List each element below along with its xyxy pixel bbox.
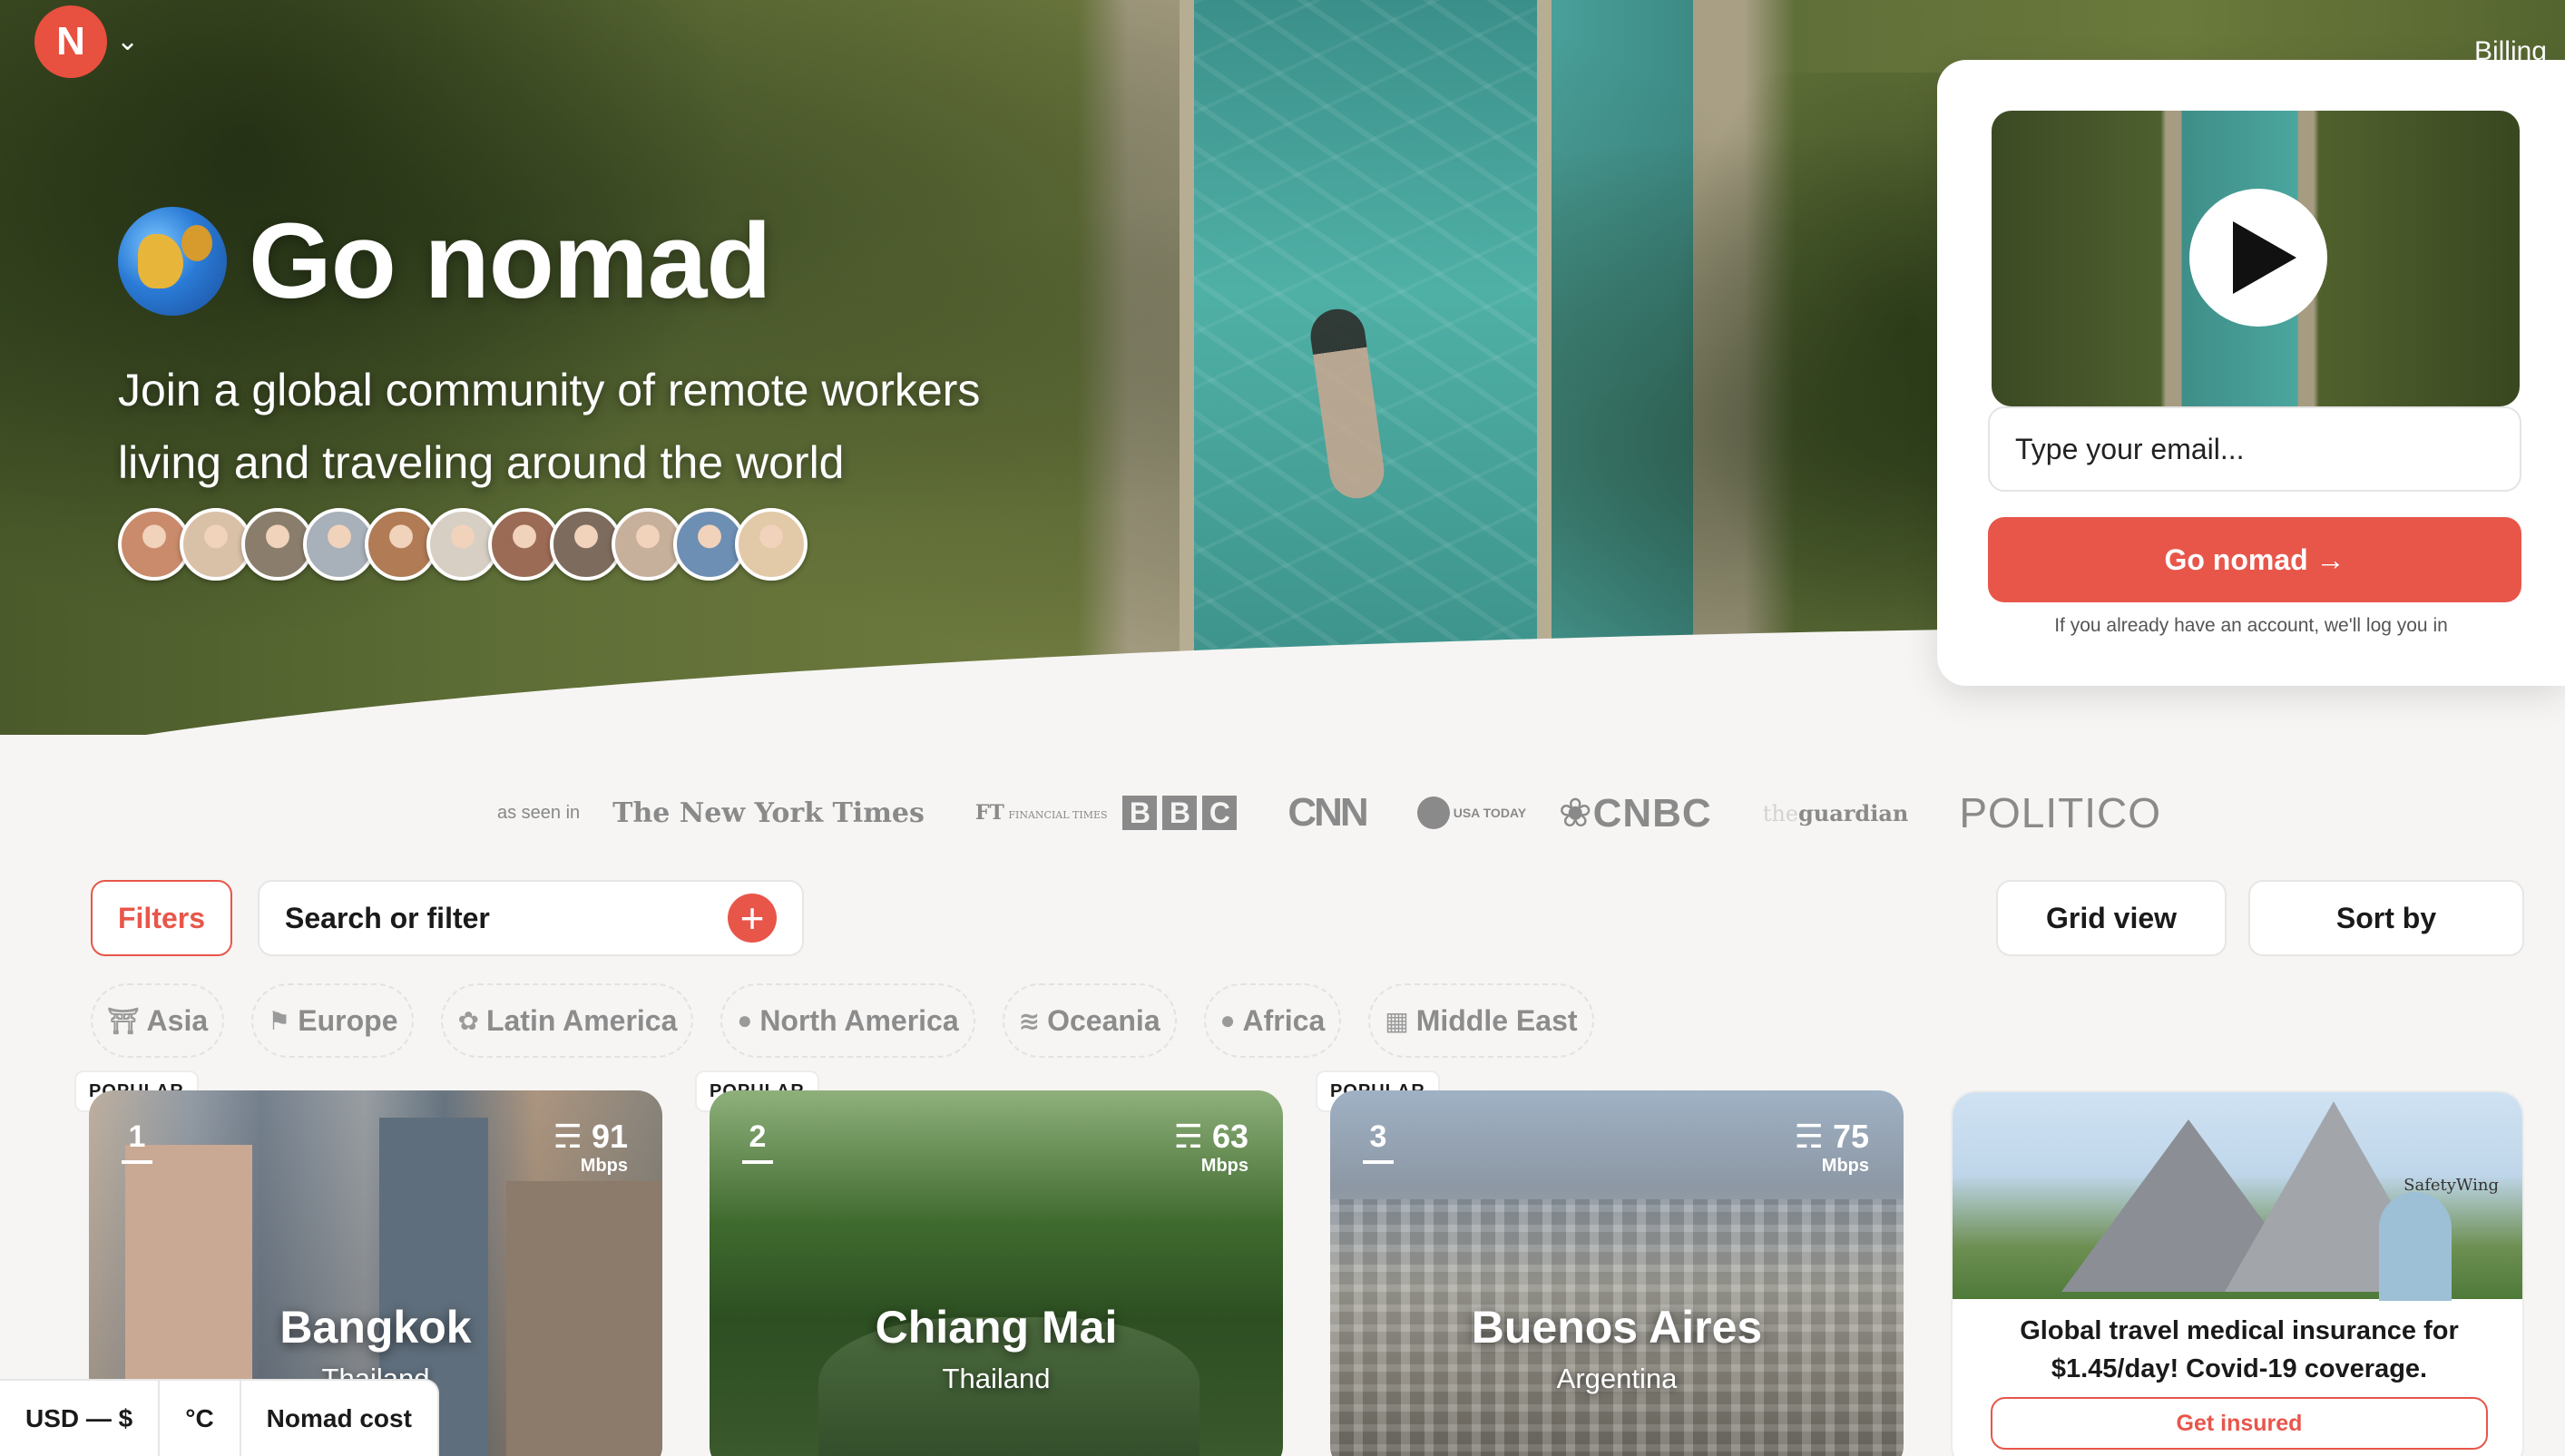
usa-today-logo: USA TODAY — [1416, 796, 1527, 829]
signup-card: Go nomad → If you already have an accoun… — [1937, 60, 2565, 686]
filters-button[interactable]: Filters — [91, 880, 232, 956]
intro-video[interactable] — [1992, 111, 2520, 406]
guardian-text: guardian — [1798, 799, 1909, 826]
safetywing-logo: SafetyWing — [2403, 1176, 2499, 1195]
region-chip-europe[interactable]: ⚑ Europe — [251, 983, 415, 1058]
search-input[interactable]: Search or filter + — [258, 880, 804, 956]
region-filters: ⛩ Asia ⚑ Europe ✿ Latin America ● North America… — [91, 983, 1594, 1058]
mbps-value: 75 — [1832, 1118, 1869, 1155]
cnn-logo: CNN — [1287, 790, 1368, 835]
wifi-icon: ☴ — [553, 1118, 583, 1155]
region-chip-middle-east[interactable]: ▦ Middle East — [1368, 983, 1594, 1058]
region-chip-asia[interactable]: ⛩ Asia — [91, 983, 225, 1058]
settings-bar: USD — $ °C Nomad cost — [0, 1379, 439, 1456]
wifi-icon: ☴ — [1173, 1118, 1203, 1155]
cnbc-logo: ❀CNBC — [1558, 790, 1712, 835]
region-label: Africa — [1242, 1003, 1326, 1037]
mbps-value: 91 — [591, 1118, 628, 1155]
city-name: Chiang Mai — [875, 1302, 1118, 1353]
go-nomad-button[interactable]: Go nomad → — [1988, 517, 2521, 602]
guardian-logo: theguardian — [1763, 800, 1909, 826]
search-label: Search or filter — [285, 901, 490, 934]
building-icon: ▦ — [1385, 1006, 1409, 1035]
hero-subtitle-line2: living and traveling around the world — [118, 437, 845, 488]
bbc-letter: B — [1162, 796, 1198, 830]
country-name: Thailand — [942, 1363, 1051, 1394]
member-avatars — [118, 508, 808, 581]
usa-today-text: USA TODAY — [1453, 805, 1527, 820]
region-chip-oceania[interactable]: ≋ Oceania — [1002, 983, 1177, 1058]
globe-icon — [118, 207, 227, 316]
region-label: Middle East — [1415, 1003, 1578, 1037]
country-name: Argentina — [1556, 1363, 1678, 1394]
get-insured-button[interactable]: Get insured — [1991, 1397, 2488, 1450]
bbc-letter: C — [1202, 796, 1238, 830]
temperature-toggle[interactable]: °C — [160, 1381, 241, 1456]
region-label: Europe — [298, 1003, 398, 1037]
cactus-icon: ✿ — [457, 1006, 479, 1035]
city-name: Buenos Aires — [1471, 1302, 1763, 1353]
city-card-chiang-mai[interactable]: 2 ☴ 63 Mbps Chiang Mai Thailand — [710, 1090, 1283, 1456]
grid-view-button[interactable]: Grid view — [1996, 880, 2227, 956]
region-chip-north-america[interactable]: ● North America — [720, 983, 975, 1058]
globe-americas-icon: ● — [737, 1006, 753, 1034]
mbps-unit: Mbps — [1821, 1156, 1869, 1176]
add-filter-icon[interactable]: + — [728, 894, 777, 943]
region-label: Asia — [146, 1003, 209, 1037]
city-rank: 2 — [742, 1119, 773, 1164]
play-icon — [2233, 221, 2296, 294]
nomadlist-logo[interactable]: N — [34, 5, 107, 78]
mbps-value: 63 — [1211, 1118, 1248, 1155]
globe-africa-icon: ● — [1219, 1006, 1236, 1034]
region-label: Oceania — [1047, 1003, 1160, 1037]
hero-subtitle-line1: Join a global community of remote worker… — [118, 365, 981, 415]
politico-logo: POLITICO — [1959, 789, 2162, 836]
nomad-cost-toggle[interactable]: Nomad cost — [241, 1381, 437, 1456]
region-label: North America — [759, 1003, 959, 1037]
logo-letter: N — [56, 19, 85, 64]
as-seen-in-label: as seen in — [497, 802, 581, 823]
ad-image: SafetyWing — [1953, 1092, 2522, 1301]
mbps-unit: Mbps — [1200, 1156, 1248, 1176]
ft-logo: FT FINANCIAL TIMES — [974, 801, 1108, 825]
page: N ⌄ Billing Go nomad Join a global commu… — [0, 0, 2565, 1456]
email-field[interactable] — [1988, 406, 2521, 492]
hiker-figure — [2379, 1192, 2452, 1301]
chevron-down-icon[interactable]: ⌄ — [116, 25, 139, 57]
wifi-icon: ☴ — [1794, 1118, 1824, 1155]
member-avatar — [735, 508, 808, 581]
hero-title: Go nomad — [118, 200, 771, 323]
city-rank: 3 — [1363, 1119, 1394, 1164]
city-name: Bangkok — [279, 1302, 472, 1353]
currency-toggle[interactable]: USD — $ — [0, 1381, 161, 1456]
ft-text: FINANCIAL TIMES — [1008, 808, 1108, 821]
bbc-logo: B B C — [1122, 796, 1238, 830]
ad-text: Global travel medical insurance for $1.4… — [2020, 1316, 2459, 1383]
internet-speed: ☴ 63 Mbps — [1174, 1118, 1248, 1177]
torii-gate-icon: ⛩ — [107, 1006, 140, 1035]
signup-note: If you already have an account, we'll lo… — [2054, 615, 2448, 636]
page-title: Go nomad — [249, 201, 771, 321]
sort-by-button[interactable]: Sort by — [2248, 880, 2524, 956]
city-card-buenos-aires[interactable]: 3 ☴ 75 Mbps Buenos Aires Argentina — [1330, 1090, 1904, 1456]
bbc-letter: B — [1122, 796, 1158, 830]
usa-today-dot — [1416, 796, 1450, 829]
internet-speed: ☴ 91 Mbps — [553, 1118, 628, 1177]
play-button[interactable] — [2189, 189, 2327, 327]
city-rank: 1 — [122, 1119, 152, 1164]
guardian-prefix: the — [1762, 800, 1798, 826]
internet-speed: ☴ 75 Mbps — [1795, 1118, 1869, 1177]
ft-mark: FT — [974, 801, 1004, 825]
hero-subtitle: Join a global community of remote worker… — [118, 354, 1098, 499]
region-chip-latin-america[interactable]: ✿ Latin America — [441, 983, 694, 1058]
insurance-ad-card[interactable]: SafetyWing Global travel medical insuran… — [1951, 1090, 2524, 1456]
press-logos: as seen in The New York Times FT FINANCI… — [497, 787, 2161, 838]
region-chip-africa[interactable]: ● Africa — [1203, 983, 1342, 1058]
cnbc-text: CNBC — [1592, 790, 1712, 835]
region-label: Latin America — [485, 1003, 678, 1037]
mbps-unit: Mbps — [580, 1156, 628, 1176]
surf-icon: ≋ — [1018, 1006, 1041, 1035]
nyt-logo: The New York Times — [612, 796, 925, 829]
flag-icon: ⚑ — [268, 1006, 291, 1035]
